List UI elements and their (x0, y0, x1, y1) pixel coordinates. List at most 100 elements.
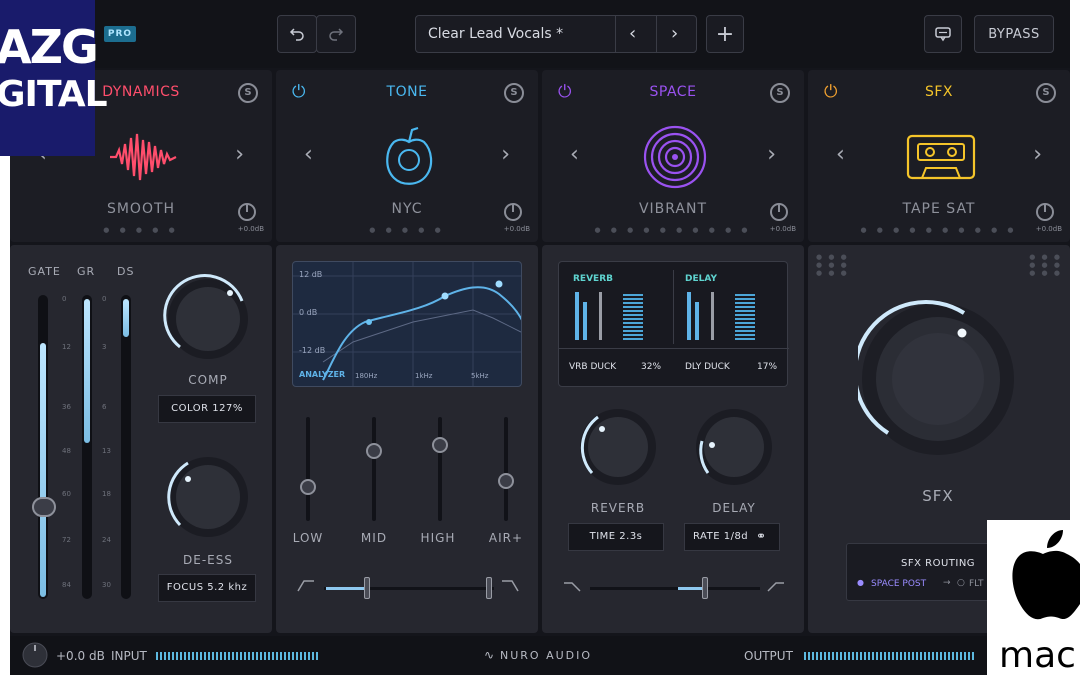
freq-label-180hz: 180Hz (355, 372, 378, 380)
deess-knob[interactable] (162, 451, 254, 543)
next-preset-button[interactable]: › (767, 142, 776, 167)
ds-meter (121, 295, 131, 599)
module-preset-name: TAPE SAT (902, 201, 976, 217)
delay-out-meter (735, 292, 755, 340)
comp-knob[interactable] (162, 273, 254, 365)
module-gain: +0.0dB (1035, 225, 1062, 233)
preset-selector[interactable]: Clear Lead Vocals * ‹ › (415, 15, 697, 53)
grip-dots: ● ● ● ● ● ● ● ● ● (1029, 253, 1062, 277)
bottom-bar: +0.0 dB INPUT ∿ NURO AUDIO OUTPUT (10, 636, 1070, 675)
gate-scale-84: 84 (62, 581, 71, 589)
output-meter (804, 652, 974, 660)
gate-label: GATE (28, 265, 61, 278)
redo-button[interactable] (316, 15, 356, 53)
gate-meter-level (40, 343, 46, 597)
sfx-label: SFX (922, 487, 954, 505)
next-preset-button[interactable]: › (235, 142, 244, 167)
time-readout[interactable]: TIME 2.3s (568, 523, 664, 551)
air-slider[interactable] (504, 417, 508, 521)
highpass-handle[interactable] (364, 577, 370, 599)
input-gain-knob[interactable] (22, 642, 48, 668)
divider (559, 348, 789, 349)
preset-next-button[interactable]: › (671, 23, 678, 44)
divider (615, 16, 616, 52)
prev-preset-button[interactable]: ‹ (836, 142, 845, 167)
gate-threshold-handle[interactable] (32, 497, 56, 517)
next-preset-button[interactable]: › (501, 142, 510, 167)
tone-panel: 12 dB 0 dB -12 dB ANALYZER 180Hz 1kHz 5k… (276, 245, 538, 633)
ds-meter-level (123, 299, 129, 337)
azg-logo-line1: AZG (0, 20, 99, 74)
delay-knob[interactable] (692, 405, 776, 489)
add-preset-button[interactable]: + (706, 15, 744, 53)
reverb-knob[interactable] (576, 405, 660, 489)
routing-selected-dot: ● (857, 578, 864, 587)
ds-scale-24: 24 (102, 536, 111, 544)
link-icon[interactable]: ⚭ (756, 529, 766, 543)
lowpass-handle[interactable] (486, 577, 492, 599)
color-readout[interactable]: COLOR 127% (158, 395, 256, 423)
module-tone[interactable]: ⏻ TONE S ‹ › NYC ● ● ● ● ● +0.0dB (276, 70, 538, 242)
dly-duck-value[interactable]: 17% (757, 362, 777, 372)
bypass-button[interactable]: BYPASS (974, 15, 1054, 53)
gr-meter-level (84, 299, 90, 443)
input-gain-value: +0.0 dB (56, 649, 105, 663)
air-label: AIR+ (488, 531, 524, 545)
output-label: OUTPUT (744, 649, 793, 663)
space-mix-slider[interactable] (590, 587, 760, 590)
high-slider[interactable] (438, 417, 442, 521)
reverb-in-meter (583, 302, 587, 340)
air-slider-thumb[interactable] (498, 473, 514, 489)
undo-button[interactable] (277, 15, 317, 53)
brand-name: NURO AUDIO (500, 649, 593, 662)
space-mix-handle[interactable] (702, 577, 708, 599)
gain-knob-icon[interactable] (770, 203, 788, 221)
analyzer-toggle[interactable]: ANALYZER (299, 370, 345, 379)
gain-knob-icon[interactable] (238, 203, 256, 221)
high-slider-thumb[interactable] (432, 437, 448, 453)
module-preset-name: NYC (391, 201, 423, 217)
low-slider-thumb[interactable] (300, 479, 316, 495)
gain-knob-icon[interactable] (504, 203, 522, 221)
spiral-icon (643, 125, 707, 189)
gain-knob-icon[interactable] (1036, 203, 1054, 221)
solo-button[interactable]: S (504, 83, 524, 103)
eq-analyzer[interactable]: 12 dB 0 dB -12 dB ANALYZER 180Hz 1kHz 5k… (292, 261, 522, 387)
solo-button[interactable]: S (1036, 83, 1056, 103)
preset-name[interactable]: Clear Lead Vocals * (428, 26, 563, 42)
gate-meter[interactable] (38, 295, 48, 599)
delay-label: DELAY (712, 501, 756, 515)
routing-option-flt[interactable]: FLT (969, 579, 983, 589)
module-sfx[interactable]: ⏻ SFX S ‹ › TAPE SAT ● ● ● ● ● ● ● ● ● ●… (808, 70, 1070, 242)
vrb-duck-value[interactable]: 32% (641, 362, 661, 372)
grip-dots: ● ● ● ● ● ● ● ● ● (816, 253, 849, 277)
reverb-in-meter (575, 292, 579, 340)
macos-badge: mac (987, 520, 1080, 676)
mid-slider-thumb[interactable] (366, 443, 382, 459)
preset-prev-button[interactable]: ‹ (629, 23, 636, 44)
low-slider[interactable] (306, 417, 310, 521)
mid-slider[interactable] (372, 417, 376, 521)
solo-button[interactable]: S (770, 83, 790, 103)
module-space[interactable]: ⏻ SPACE S ‹ › VIBRANT ● ● ● ● ● ● ● ● ● … (542, 70, 804, 242)
space-mix-fill (678, 587, 704, 590)
solo-button[interactable]: S (238, 83, 258, 103)
module-gain: +0.0dB (769, 225, 796, 233)
filter-left-icon (564, 582, 581, 592)
space-meters-box: REVERB DELAY VRB DUCK 32% DLY DUCK 17% (558, 261, 789, 387)
chat-icon (935, 27, 951, 42)
gate-scale-48: 48 (62, 447, 71, 455)
focus-readout[interactable]: FOCUS 5.2 khz (158, 574, 256, 602)
sfx-knob[interactable] (858, 299, 1018, 459)
feedback-button[interactable] (924, 15, 962, 53)
macos-text: mac (999, 635, 1076, 676)
module-preset-name: SMOOTH (106, 201, 176, 217)
freq-label-1khz: 1kHz (415, 372, 433, 380)
prev-preset-button[interactable]: ‹ (304, 142, 313, 167)
reverb-duck-meter (599, 292, 602, 340)
next-preset-button[interactable]: › (1033, 142, 1042, 167)
prev-preset-button[interactable]: ‹ (570, 142, 579, 167)
routing-option-space-post[interactable]: SPACE POST (871, 579, 926, 589)
ds-scale-3: 3 (102, 343, 107, 351)
delay-in-meter (695, 302, 699, 340)
